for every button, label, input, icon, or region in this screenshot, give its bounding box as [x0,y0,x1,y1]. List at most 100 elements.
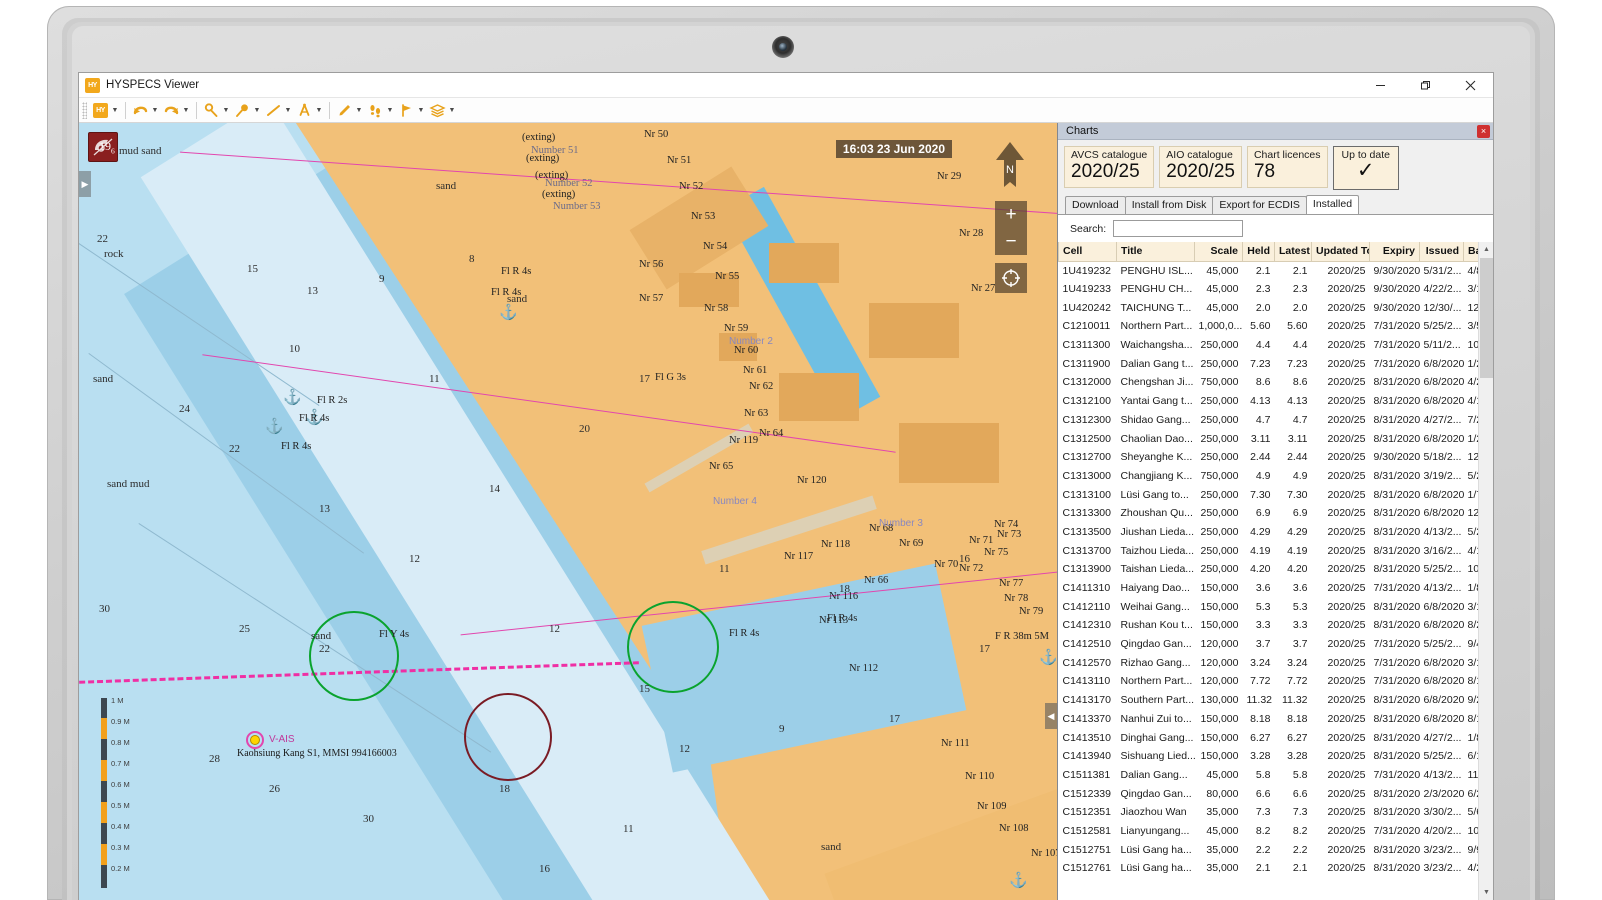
toolbar-route[interactable]: ▼ [201,100,232,121]
column-header-expiry[interactable]: Expiry [1369,242,1420,262]
cell-base: 3/12/2... [1467,656,1479,669]
cell-expiry: 7/31/2020 [1373,357,1420,370]
maximize-button[interactable] [1403,73,1448,98]
tab-install-from-disk[interactable]: Install from Disk [1124,196,1214,214]
toolbar-layers[interactable]: ▼ [427,100,458,121]
toolbar-bearing[interactable]: ▼ [294,100,325,121]
cell-held: 11.32 [1246,694,1273,707]
table-row[interactable]: C1312300 Shidao Gang... 250,000 4.7 4.7 2020/… [1059,411,1479,430]
scrollbar-thumb[interactable] [1480,258,1493,378]
table-row[interactable]: C1312700 Sheyanghe K... 250,000 2.44 2.44 202… [1059,448,1479,467]
chevron-down-icon[interactable]: ▼ [181,101,191,120]
charts-panel-caption[interactable]: Charts × [1058,123,1493,140]
minimize-button[interactable] [1358,73,1403,98]
tab-download[interactable]: Download [1065,196,1126,214]
search-input[interactable] [1113,220,1244,237]
charts-grid[interactable]: Cell Title Scale Held Latest Updated To … [1058,242,1478,900]
table-row[interactable]: C1512351 Jiaozhou Wan 35,000 7.3 7.3 2020/25 8… [1059,803,1479,822]
table-row[interactable]: C1512339 Qingdao Gan... 80,000 6.6 6.6 2020/2… [1059,784,1479,803]
chevron-down-icon[interactable]: ▼ [385,101,395,120]
table-header: Cell Title Scale Held Latest Updated To … [1058,242,1478,262]
chevron-down-icon[interactable]: ▼ [354,101,364,120]
close-button[interactable] [1448,73,1493,98]
map-right-panel-toggle[interactable]: ◀ [1045,703,1057,729]
scroll-up-icon[interactable]: ▲ [1479,242,1493,257]
toolbar-redo[interactable]: ▼ [161,100,192,121]
table-row[interactable]: C1312100 Yantai Gang t... 250,000 4.13 4.13 2… [1059,392,1479,411]
vais-symbol[interactable] [246,731,264,749]
cell-base: 11/16/... [1467,768,1479,781]
scroll-down-icon[interactable]: ▼ [1479,885,1493,900]
chart-map-canvas[interactable]: V-AIS Kaohsiung Kang S1, MMSI 994166003 … [79,123,1057,900]
table-row[interactable]: C1413510 Dinghai Gang... 150,000 6.27 6.27 20… [1059,728,1479,747]
center-on-ship-button[interactable] [995,263,1027,293]
table-row[interactable]: C1413940 Sishuang Lied... 150,000 3.28 3.28 2… [1059,747,1479,766]
toolbar-undo[interactable]: ▼ [130,100,161,121]
chevron-down-icon[interactable]: ▼ [283,101,293,120]
cell-held: 6.9 [1255,507,1271,520]
cell-scale: 45,000 [1206,264,1239,277]
table-row[interactable]: C1312000 Chengshan Ji... 750,000 8.6 8.6 2020… [1059,373,1479,392]
toolbar-footprints[interactable]: ▼ [365,100,396,121]
tab-installed[interactable]: Installed [1305,195,1360,214]
zoom-out-button[interactable]: − [995,228,1027,255]
table-row[interactable]: C1412110 Weihai Gang... 150,000 5.3 5.3 2020/… [1059,597,1479,616]
table-row[interactable]: C1412310 Rushan Kou t... 150,000 3.3 3.3 2020… [1059,616,1479,635]
table-row[interactable]: C1311900 Dalian Gang t... 250,000 7.23 7.23 2… [1059,354,1479,373]
table-row[interactable]: C1311300 Waichangsha... 250,000 4.4 4.4 2020/… [1059,336,1479,355]
table-row[interactable]: C1313000 Changjiang K... 750,000 4.9 4.9 2020… [1059,467,1479,486]
table-row[interactable]: C1313900 Taishan Lieda... 250,000 4.20 4.20 2… [1059,560,1479,579]
table-row[interactable]: C1413170 Southern Part... 130,000 11.32 11.3… [1059,691,1479,710]
cell-expiry: 8/31/2020 [1373,376,1420,389]
column-header-updated-to[interactable]: Updated To [1311,242,1370,262]
chevron-down-icon[interactable]: ▼ [110,101,120,120]
table-row[interactable]: C1512581 Lianyungang... 45,000 8.2 8.2 2020/2… [1059,822,1479,841]
table-row[interactable]: 1U419232 PENGHU ISL... 45,000 2.1 2.1 2020/25… [1059,261,1479,280]
table-row[interactable]: C1412570 Rizhao Gang... 120,000 3.24 3.24 202… [1059,653,1479,672]
toolbar-app-menu[interactable]: HY ▼ [90,100,121,121]
toolbar-flag[interactable]: ▼ [396,100,427,121]
column-header-issued[interactable]: Issued [1419,242,1464,262]
chevron-down-icon[interactable]: ▼ [221,101,231,120]
table-row[interactable]: C1313500 Jiushan Lieda... 250,000 4.29 4.29 2… [1059,523,1479,542]
table-row[interactable]: C1413110 Northern Part... 120,000 7.72 7.72 2… [1059,672,1479,691]
column-header-title[interactable]: Title [1116,242,1195,262]
column-header-base[interactable]: Base I... [1463,242,1478,262]
table-row[interactable]: C1411310 Haiyang Dao... 150,000 3.6 3.6 2020/… [1059,579,1479,598]
table-row[interactable]: 1U420242 TAICHUNG T... 45,000 2.0 2.0 2020/25… [1059,298,1479,317]
toolbar-search-chart[interactable]: ▼ [232,100,263,121]
chevron-down-icon[interactable]: ▼ [314,101,324,120]
column-header-held[interactable]: Held [1242,242,1275,262]
toolbar-measure-line[interactable]: ▼ [263,100,294,121]
table-row[interactable]: C1313300 Zhoushan Qu... 250,000 6.9 6.9 2020/… [1059,504,1479,523]
tab-export-for-ecdis[interactable]: Export for ECDIS [1212,196,1307,214]
table-row[interactable]: 1U419233 PENGHU CH... 45,000 2.3 2.3 2020/25 9… [1059,280,1479,299]
table-row[interactable]: C1312500 Chaolian Dao... 250,000 3.11 3.11 20… [1059,429,1479,448]
column-header-cell[interactable]: Cell [1058,242,1117,262]
toolbar-grip[interactable] [82,101,87,119]
toolbar-pencil[interactable]: ▼ [334,100,365,121]
column-header-scale[interactable]: Scale [1194,242,1243,262]
cell-scale: 250,000 [1200,563,1239,576]
column-header-latest[interactable]: Latest [1274,242,1312,262]
table-row[interactable]: C1313100 Lüsi Gang to... 250,000 7.30 7.30 20… [1059,485,1479,504]
chevron-down-icon[interactable]: ▼ [150,101,160,120]
cell-latest: 5.60 [1287,320,1308,333]
chevron-down-icon[interactable]: ▼ [416,101,426,120]
table-row[interactable]: C1512761 Lüsi Gang ha... 35,000 2.1 2.1 2020/… [1059,859,1479,878]
chevron-down-icon[interactable]: ▼ [447,101,457,120]
table-row[interactable]: C1412510 Qingdao Gan... 120,000 3.7 3.7 2020/… [1059,635,1479,654]
zoom-in-button[interactable]: + [995,201,1027,228]
vertical-scrollbar[interactable]: ▲ ▼ [1478,242,1493,900]
cell-latest: 5.8 [1292,768,1308,781]
north-arrow-icon[interactable]: N [993,141,1027,193]
chevron-down-icon[interactable]: ▼ [252,101,262,120]
cell-latest: 2.0 [1292,301,1308,314]
table-row[interactable]: C1512751 Lüsi Gang ha... 35,000 2.2 2.2 2020/… [1059,840,1479,859]
table-row[interactable]: C1210011 Northern Part... 1,000,0... 5.60 5.… [1059,317,1479,336]
map-left-panel-toggle[interactable]: ▶ [79,171,91,197]
panel-close-button[interactable]: × [1477,125,1490,138]
table-row[interactable]: C1313700 Taizhou Lieda... 250,000 4.19 4.19 2… [1059,541,1479,560]
table-row[interactable]: C1511381 Dalian Gang... 45,000 5.8 5.8 2020/2… [1059,766,1479,785]
table-row[interactable]: C1413370 Nanhui Zui to... 150,000 8.18 8.18 2… [1059,710,1479,729]
